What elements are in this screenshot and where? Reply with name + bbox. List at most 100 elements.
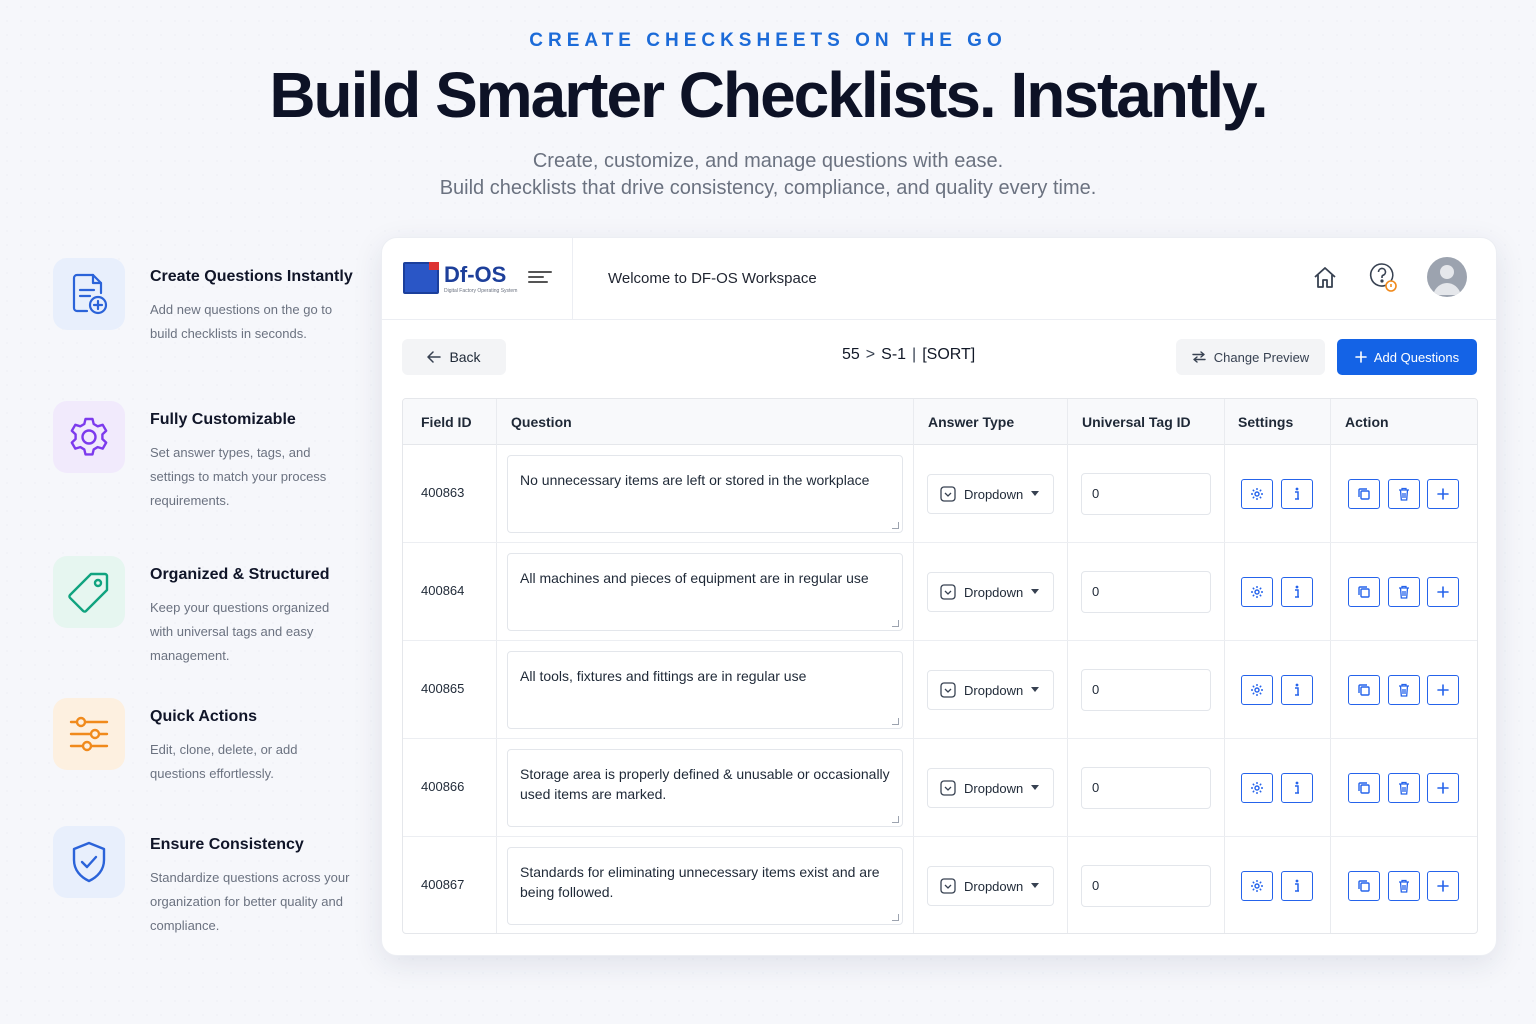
settings-button[interactable] bbox=[1241, 577, 1273, 607]
breadcrumb-part-3: [SORT] bbox=[922, 346, 976, 363]
caret-down-icon bbox=[1031, 687, 1040, 692]
settings-button[interactable] bbox=[1241, 479, 1273, 509]
column-header-answer-type: Answer Type bbox=[928, 414, 1015, 430]
feature-title: Create Questions Instantly bbox=[150, 268, 353, 285]
question-textarea[interactable]: Standards for eliminating unnecessary it… bbox=[507, 847, 903, 925]
clone-button[interactable] bbox=[1348, 675, 1380, 705]
brand-logo[interactable]: Df-OS Digital Factory Operating System bbox=[403, 262, 517, 296]
breadcrumb-divider: | bbox=[912, 346, 917, 363]
field-id-cell: 400866 bbox=[421, 779, 465, 794]
add-row-button[interactable] bbox=[1427, 871, 1459, 901]
settings-button[interactable] bbox=[1241, 773, 1273, 803]
eyebrow-text: CREATE CHECKSHEETS ON THE GO bbox=[529, 30, 1007, 51]
trash-icon bbox=[1399, 879, 1409, 893]
help-icon[interactable] bbox=[1366, 260, 1402, 296]
add-row-button[interactable] bbox=[1427, 773, 1459, 803]
user-avatar[interactable] bbox=[1427, 257, 1467, 297]
home-icon[interactable] bbox=[1307, 260, 1343, 296]
question-textarea[interactable]: No unnecessary items are left or stored … bbox=[507, 455, 903, 533]
caret-down-icon bbox=[1031, 785, 1040, 790]
universal-tag-input[interactable]: 0 bbox=[1081, 473, 1211, 515]
clone-button[interactable] bbox=[1348, 577, 1380, 607]
answer-type-dropdown[interactable]: Dropdown bbox=[927, 572, 1054, 612]
feature-title: Quick Actions bbox=[150, 708, 257, 725]
copy-icon bbox=[1358, 880, 1370, 892]
universal-tag-input[interactable]: 0 bbox=[1081, 865, 1211, 907]
question-textarea[interactable]: All machines and pieces of equipment are… bbox=[507, 553, 903, 631]
feature-description: Standardize questions across your organi… bbox=[150, 870, 350, 933]
delete-button[interactable] bbox=[1388, 675, 1420, 705]
universal-tag-input[interactable]: 0 bbox=[1081, 669, 1211, 711]
delete-button[interactable] bbox=[1388, 577, 1420, 607]
gear-icon bbox=[1251, 880, 1263, 892]
delete-button[interactable] bbox=[1388, 773, 1420, 803]
universal-tag-input[interactable]: 0 bbox=[1081, 767, 1211, 809]
field-id-cell: 400864 bbox=[421, 583, 465, 598]
question-textarea[interactable]: Storage area is properly defined & unusa… bbox=[507, 749, 903, 827]
info-button[interactable] bbox=[1281, 773, 1313, 803]
plus-icon bbox=[1437, 586, 1449, 598]
table-header: Field ID Question Answer Type Universal … bbox=[403, 399, 1477, 445]
subheadline-line-1: Create, customize, and manage questions … bbox=[532, 150, 1004, 172]
feature-title: Fully Customizable bbox=[150, 411, 296, 428]
answer-type-dropdown[interactable]: Dropdown bbox=[927, 866, 1054, 906]
field-id-cell: 400867 bbox=[421, 877, 465, 892]
welcome-text: Welcome to DF-OS Workspace bbox=[608, 270, 817, 287]
dropdown-type-icon bbox=[940, 878, 956, 894]
settings-button[interactable] bbox=[1241, 871, 1273, 901]
delete-button[interactable] bbox=[1388, 871, 1420, 901]
plus-icon bbox=[1355, 351, 1367, 363]
clone-button[interactable] bbox=[1348, 871, 1380, 901]
clone-button[interactable] bbox=[1348, 773, 1380, 803]
trash-icon bbox=[1399, 781, 1409, 795]
breadcrumb-part-2[interactable]: S-1 bbox=[881, 346, 906, 363]
info-icon bbox=[1295, 781, 1299, 794]
add-questions-button[interactable]: Add Questions bbox=[1337, 339, 1477, 375]
change-preview-button[interactable]: Change Preview bbox=[1176, 339, 1325, 375]
answer-type-label: Dropdown bbox=[964, 584, 1024, 600]
universal-tag-input[interactable]: 0 bbox=[1081, 571, 1211, 613]
settings-button[interactable] bbox=[1241, 675, 1273, 705]
back-button[interactable]: Back bbox=[402, 339, 506, 375]
add-questions-label: Add Questions bbox=[1373, 349, 1460, 365]
add-row-button[interactable] bbox=[1427, 577, 1459, 607]
answer-type-dropdown[interactable]: Dropdown bbox=[927, 474, 1054, 514]
column-header-action: Action bbox=[1345, 414, 1389, 430]
breadcrumb-part-1[interactable]: 55 bbox=[842, 346, 860, 363]
gear-icon bbox=[53, 401, 125, 473]
add-row-button[interactable] bbox=[1427, 675, 1459, 705]
feature-description: Keep your questions organized with unive… bbox=[150, 600, 330, 663]
plus-icon bbox=[1437, 880, 1449, 892]
info-button[interactable] bbox=[1281, 479, 1313, 509]
feature-title: Organized & Structured bbox=[150, 566, 330, 583]
dropdown-type-icon bbox=[940, 486, 956, 502]
delete-button[interactable] bbox=[1388, 479, 1420, 509]
hamburger-menu-icon[interactable] bbox=[528, 268, 552, 288]
info-button[interactable] bbox=[1281, 675, 1313, 705]
breadcrumb: 55 > S-1 | [SORT] bbox=[842, 346, 975, 364]
document-plus-icon bbox=[53, 258, 125, 330]
table-row: 400864 All machines and pieces of equipm… bbox=[403, 543, 1477, 641]
trash-icon bbox=[1399, 683, 1409, 697]
answer-type-dropdown[interactable]: Dropdown bbox=[927, 670, 1054, 710]
info-button[interactable] bbox=[1281, 577, 1313, 607]
trash-icon bbox=[1399, 487, 1409, 501]
add-row-button[interactable] bbox=[1427, 479, 1459, 509]
arrow-left-icon bbox=[427, 351, 442, 363]
table-row: 400866 Storage area is properly defined … bbox=[403, 739, 1477, 837]
app-topbar: Df-OS Digital Factory Operating System W… bbox=[382, 238, 1496, 320]
answer-type-label: Dropdown bbox=[964, 486, 1024, 502]
clone-button[interactable] bbox=[1348, 479, 1380, 509]
field-id-cell: 400863 bbox=[421, 485, 465, 500]
plus-icon bbox=[1437, 488, 1449, 500]
table-row: 400863 No unnecessary items are left or … bbox=[403, 445, 1477, 543]
info-icon bbox=[1295, 487, 1299, 500]
brand-name: Df-OS bbox=[444, 262, 507, 287]
gear-icon bbox=[1251, 488, 1263, 500]
tag-icon bbox=[53, 556, 125, 628]
feature-description: Edit, clone, delete, or add questions ef… bbox=[150, 742, 298, 781]
answer-type-dropdown[interactable]: Dropdown bbox=[927, 768, 1054, 808]
feature-description: Set answer types, tags, and settings to … bbox=[150, 445, 327, 508]
info-button[interactable] bbox=[1281, 871, 1313, 901]
question-textarea[interactable]: All tools, fixtures and fittings are in … bbox=[507, 651, 903, 729]
